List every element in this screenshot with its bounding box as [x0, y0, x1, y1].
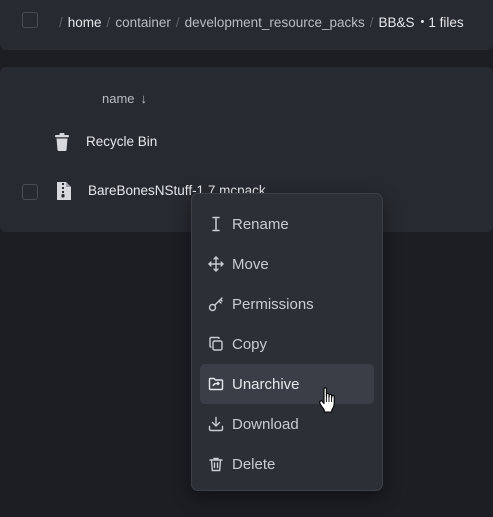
select-all-checkbox[interactable] — [22, 12, 38, 28]
text-cursor-icon — [208, 216, 224, 232]
row-checkbox[interactable] — [22, 184, 38, 200]
menu-item-unarchive[interactable]: Unarchive — [200, 364, 374, 404]
menu-label: Download — [232, 415, 299, 433]
breadcrumb-separator: / — [175, 14, 180, 30]
trash-icon — [208, 456, 224, 472]
file-manager: / home / container / development_resourc… — [0, 0, 493, 517]
context-menu: Rename Move Permissions Copy Unarchive D… — [191, 193, 383, 491]
breadcrumb-development-resource-packs[interactable]: development_resource_packs — [185, 15, 365, 30]
breadcrumb: / home / container / development_resourc… — [54, 14, 464, 30]
hand-pointer-icon — [318, 387, 338, 413]
copy-icon — [208, 336, 224, 352]
list-item[interactable]: Recycle Bin — [0, 122, 493, 162]
file-count: 1 files — [428, 14, 464, 30]
sort-descending-icon: ↓ — [140, 91, 148, 106]
folder-open-icon — [208, 376, 224, 392]
menu-label: Delete — [232, 455, 276, 473]
breadcrumb-current: BB&S — [378, 14, 415, 30]
menu-item-move[interactable]: Move — [200, 244, 374, 284]
menu-label: Copy — [232, 335, 268, 353]
key-icon — [208, 296, 224, 312]
download-icon — [208, 416, 224, 432]
row-label: Recycle Bin — [86, 134, 158, 149]
menu-label: Unarchive — [232, 375, 300, 393]
menu-item-copy[interactable]: Copy — [200, 324, 374, 364]
menu-label: Move — [232, 255, 269, 273]
menu-label: Rename — [232, 215, 289, 233]
column-header-label: name — [102, 91, 135, 106]
menu-item-permissions[interactable]: Permissions — [200, 284, 374, 324]
breadcrumb-separator: / — [59, 14, 63, 30]
menu-item-rename[interactable]: Rename — [200, 204, 374, 244]
file-zip-icon — [56, 181, 72, 201]
menu-item-delete[interactable]: Delete — [200, 444, 374, 484]
trash-icon — [54, 132, 70, 152]
breadcrumb-container[interactable]: container — [115, 15, 171, 30]
move-arrows-icon — [208, 256, 224, 272]
menu-item-download[interactable]: Download — [200, 404, 374, 444]
column-header-name[interactable]: name ↓ — [102, 91, 147, 106]
breadcrumb-home[interactable]: home — [68, 15, 102, 30]
breadcrumb-dot: • — [420, 16, 425, 28]
breadcrumb-bar: / home / container / development_resourc… — [0, 0, 493, 50]
menu-label: Permissions — [232, 295, 314, 313]
breadcrumb-separator: / — [106, 14, 111, 30]
breadcrumb-separator: / — [369, 14, 374, 30]
